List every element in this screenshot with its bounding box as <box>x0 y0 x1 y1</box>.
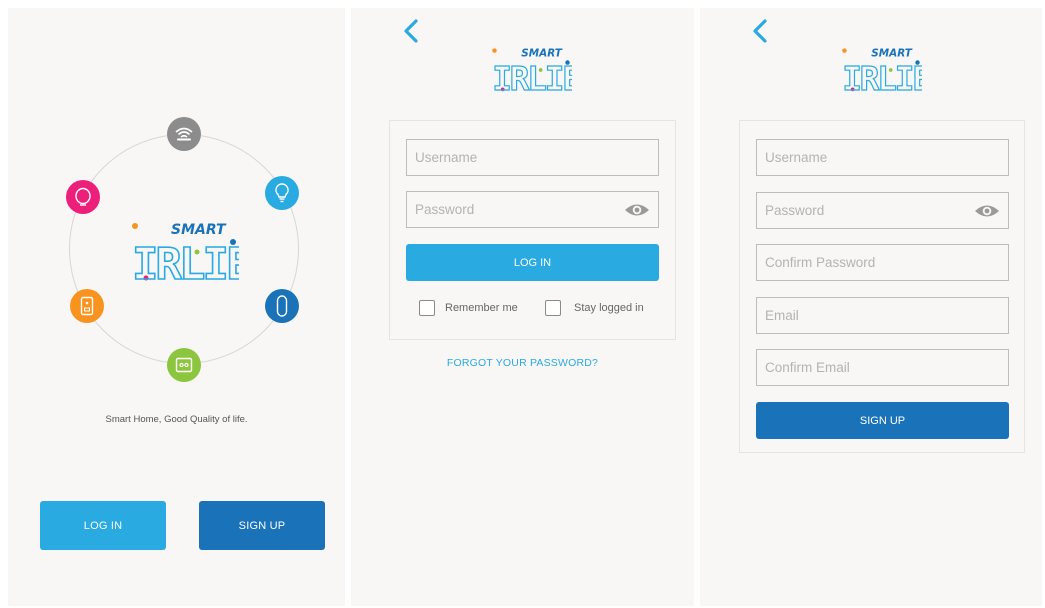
brand-smart-text: SMART <box>871 48 912 60</box>
login-screen: SMART IRLIE LOG IN Remember me Stay logg… <box>351 8 694 606</box>
signup-form: SIGN UP <box>739 120 1025 453</box>
remember-me-label: Remember me <box>445 302 518 314</box>
forgot-password-link[interactable]: FORGOT YOUR PASSWORD? <box>351 357 694 369</box>
email-input[interactable] <box>757 298 1008 333</box>
confirm-password-input[interactable] <box>757 245 1008 280</box>
signup-username-field <box>756 139 1009 176</box>
show-password-eye-icon[interactable] <box>974 203 1000 219</box>
light-bulb-icon <box>265 176 299 210</box>
brand-smart-text: SMART <box>171 222 227 238</box>
remote-control-icon <box>265 289 299 323</box>
password-field <box>406 191 659 228</box>
wifi-router-icon <box>167 117 201 151</box>
username-input[interactable] <box>407 140 658 175</box>
tagline: Smart Home, Good Quality of life. <box>105 414 248 425</box>
show-password-eye-icon[interactable] <box>624 202 650 218</box>
signup-screen: SMART IRLIE SIGN UP <box>700 8 1042 606</box>
username-field <box>406 139 659 176</box>
login-form: LOG IN Remember me Stay logged in <box>389 120 676 340</box>
signup-username-input[interactable] <box>757 140 1008 175</box>
signup-password-field <box>756 192 1009 229</box>
back-arrow-icon[interactable] <box>750 18 770 44</box>
confirm-email-input[interactable] <box>757 350 1008 385</box>
remember-me-box[interactable] <box>419 300 435 316</box>
confirm-email-field <box>756 349 1009 386</box>
password-input[interactable] <box>407 192 658 227</box>
wall-switch-icon <box>70 289 104 323</box>
login-button[interactable]: LOG IN <box>40 501 166 550</box>
signup-submit-button[interactable]: SIGN UP <box>756 402 1009 439</box>
stay-logged-in-checkbox[interactable]: Stay logged in <box>545 300 644 316</box>
confirm-password-field <box>756 244 1009 281</box>
remember-me-checkbox[interactable]: Remember me <box>419 300 518 316</box>
brand-smart-text: SMART <box>521 48 562 60</box>
login-submit-button[interactable]: LOG IN <box>406 244 659 281</box>
brand-name-text: IRLIE <box>842 60 922 94</box>
brand-name-text: IRLIE <box>132 239 239 284</box>
signup-password-input[interactable] <box>757 193 1008 228</box>
email-field <box>756 297 1009 334</box>
brand-logo: SMART IRLIE <box>131 222 239 284</box>
stay-logged-in-label: Stay logged in <box>574 302 644 314</box>
signup-button[interactable]: SIGN UP <box>199 501 325 550</box>
smart-plug-icon <box>167 348 201 382</box>
nightlight-icon <box>66 180 100 214</box>
brand-logo: SMART IRLIE <box>492 48 572 94</box>
stay-logged-in-box[interactable] <box>545 300 561 316</box>
brand-logo: SMART IRLIE <box>842 48 922 94</box>
welcome-screen: SMART IRLIE Smart Home, Good Quality of … <box>8 8 345 606</box>
brand-name-text: IRLIE <box>492 60 572 94</box>
back-arrow-icon[interactable] <box>401 18 421 44</box>
